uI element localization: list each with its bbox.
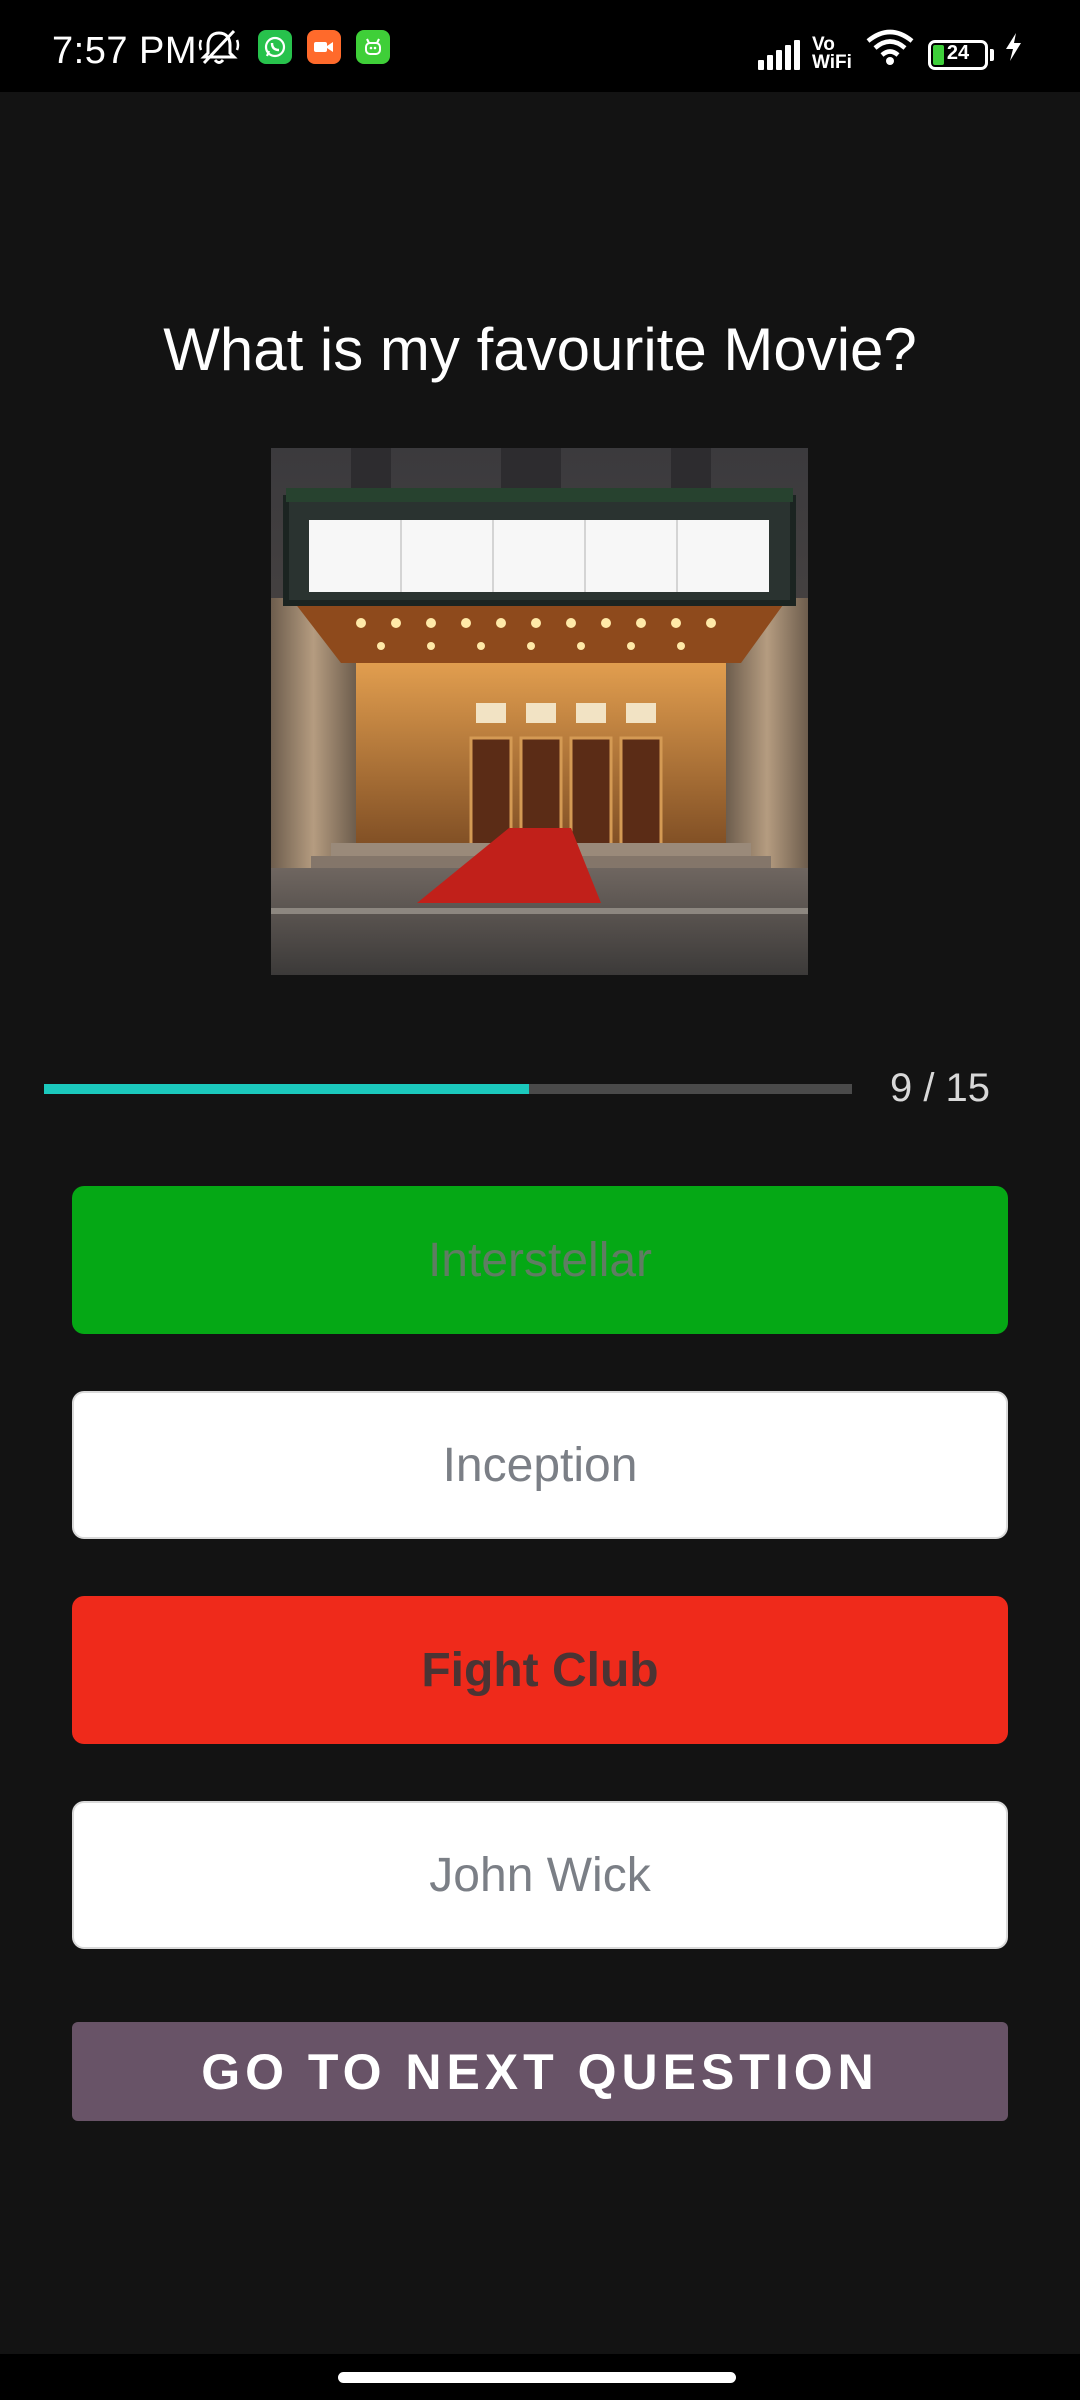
option-john-wick-button[interactable]: John Wick (72, 1801, 1008, 1949)
question-title: What is my favourite Movie? (163, 316, 917, 383)
android-app-icon (356, 28, 390, 66)
progress-fill (44, 1084, 529, 1094)
status-time: 7:57 PM (52, 30, 198, 72)
movie-theater-image (271, 448, 808, 975)
mute-bell-icon (196, 28, 242, 66)
navigation-bar (0, 2354, 1080, 2400)
progress-counter: 9 / 15 (889, 1066, 991, 1110)
option-fight-club-button[interactable]: Fight Club (72, 1596, 1008, 1744)
wifi-icon (864, 28, 916, 66)
vowifi-icon: Vo WiFi (812, 35, 860, 73)
video-call-icon (307, 28, 341, 66)
option-inception-button[interactable]: Inception (72, 1391, 1008, 1539)
battery-nub (990, 49, 994, 61)
battery-level: 24 (946, 42, 970, 64)
home-indicator[interactable] (338, 2372, 736, 2383)
quiz-screen: 7:57 PM Vo WiFi 24 What is my favourite … (0, 0, 1080, 2400)
option-interstellar-button[interactable]: Interstellar (72, 1186, 1008, 1334)
charging-bolt-icon (1000, 28, 1026, 66)
whatsapp-icon (258, 28, 292, 66)
signal-icon (758, 38, 804, 70)
next-question-button[interactable]: GO TO NEXT QUESTION (72, 2022, 1008, 2121)
status-bar: 7:57 PM Vo WiFi 24 (0, 0, 1080, 92)
battery-icon: 24 (928, 40, 988, 70)
progress-bar (44, 1084, 852, 1094)
vowifi-bottom-label: WiFi (812, 52, 852, 73)
